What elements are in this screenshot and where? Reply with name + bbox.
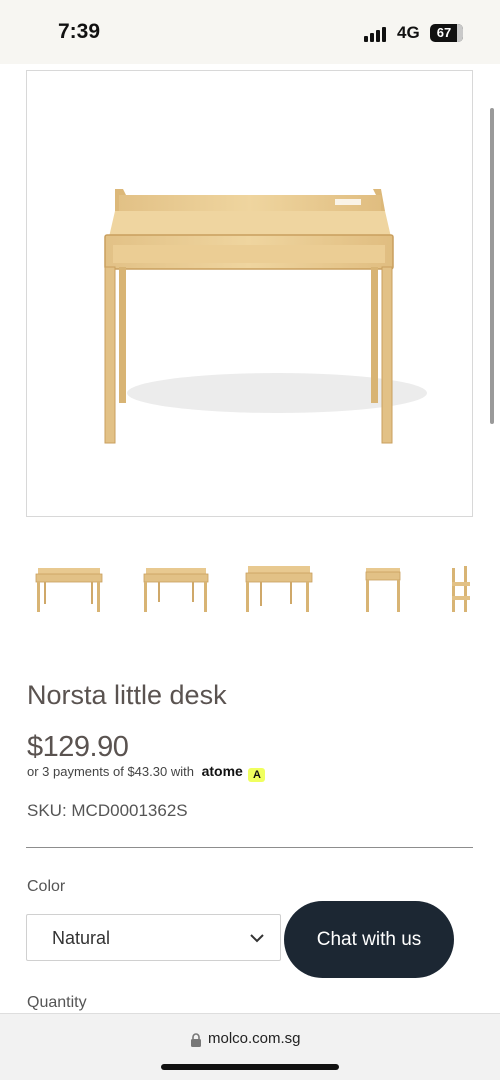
scrollbar[interactable] bbox=[490, 108, 494, 424]
thumbnail-2[interactable] bbox=[136, 558, 216, 622]
chevron-down-icon bbox=[250, 934, 264, 943]
quantity-label: Quantity bbox=[27, 994, 87, 1011]
thumbnail-5[interactable] bbox=[440, 558, 500, 622]
color-select[interactable]: Natural bbox=[26, 914, 281, 961]
divider bbox=[26, 847, 473, 848]
desk-thumbnail-icon bbox=[365, 568, 401, 612]
product-main-image[interactable] bbox=[26, 70, 473, 517]
battery-level: 67 bbox=[436, 25, 452, 40]
desk-thumbnail-icon bbox=[35, 568, 103, 612]
atome-logo[interactable]: atome bbox=[202, 763, 243, 779]
lock-icon bbox=[191, 1033, 201, 1047]
desk-image bbox=[104, 189, 427, 444]
url-text: molco.com.sg bbox=[208, 1030, 301, 1047]
product-sku: SKU: MCD0001362S bbox=[27, 801, 188, 820]
color-select-value: Natural bbox=[52, 928, 111, 948]
network-type: 4G bbox=[397, 23, 420, 42]
desk-thumbnail-icon bbox=[245, 566, 313, 612]
thumbnail-1[interactable] bbox=[30, 558, 110, 622]
thumbnail-4[interactable] bbox=[344, 558, 424, 622]
product-price: $129.90 bbox=[27, 731, 129, 763]
browser-url-bar[interactable]: molco.com.sg bbox=[0, 1013, 500, 1080]
battery-icon: 67 bbox=[430, 24, 463, 42]
chat-button[interactable]: Chat with us bbox=[284, 901, 454, 978]
installment-info: or 3 payments of $43.30 with atome A bbox=[27, 763, 266, 782]
home-indicator[interactable] bbox=[161, 1064, 339, 1070]
color-label: Color bbox=[27, 878, 66, 895]
installment-text: or 3 payments of $43.30 with bbox=[27, 764, 194, 779]
desk-thumbnail-icon bbox=[143, 568, 209, 612]
status-time: 7:39 bbox=[58, 20, 101, 43]
thumbnail-3[interactable] bbox=[240, 558, 320, 622]
desk-with-chair-thumbnail-icon bbox=[452, 566, 470, 612]
product-title: Norsta little desk bbox=[27, 680, 227, 710]
status-bar: 7:39 4G 67 bbox=[0, 0, 500, 64]
atome-icon: A bbox=[248, 768, 266, 782]
cellular-signal-icon bbox=[364, 26, 388, 42]
